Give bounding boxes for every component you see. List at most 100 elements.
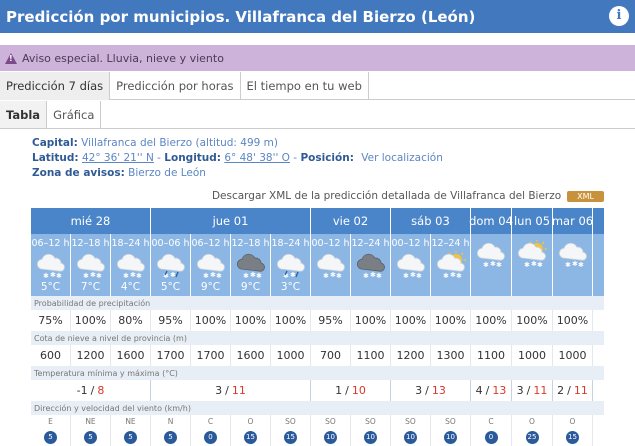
period-cell: ✱ ✱ ✱ <box>512 234 553 296</box>
wind-arrow-icon: 5 <box>124 431 137 444</box>
period-cell: 00–12 h ✱ ✱ ✱ <box>391 234 431 296</box>
temp-max: 13 <box>492 384 507 397</box>
period-temperature: 7°C <box>80 281 101 293</box>
day-header[interactable]: mié 28 <box>31 208 151 234</box>
period-cell: 00–12 h ✱ ✱ ✱ <box>311 234 351 296</box>
wind-direction: O <box>247 417 254 426</box>
capital-label: Capital: <box>32 137 78 149</box>
wind-arrow-icon: 5 <box>84 431 97 444</box>
wind-arrow-icon: 10 <box>364 431 377 444</box>
temp-min: 4 <box>475 384 483 397</box>
temperature-cell: 2/11 <box>553 380 593 401</box>
zone-label: Zona de avisos: <box>32 167 125 179</box>
temperature-cell: 3/13 <box>391 380 471 401</box>
snow-level-label: Cota de nieve a nivel de provincia (m) <box>31 331 604 345</box>
precip-value: 100% <box>391 310 431 331</box>
temp-min: -1 <box>76 384 88 397</box>
xml-badge[interactable]: XML <box>567 190 604 202</box>
svg-text:✱: ✱ <box>496 261 502 268</box>
wind-arrow-icon: 10 <box>444 431 457 444</box>
wind-row: E 5 NE 5 NE 5 N 5 C 0 O 15 SO 15 SO 10 SO 10 SO 10 SO 10 C 0 O 25… <box>31 415 604 446</box>
wind-arrow-icon: 10 <box>324 431 337 444</box>
tab-prediccion-7-dias[interactable]: Predicción 7 días <box>0 72 111 100</box>
wind-arrow-icon: 5 <box>44 431 57 444</box>
svg-text:✱: ✱ <box>336 272 342 279</box>
tab-el-tiempo-en-tu-web[interactable]: El tiempo en tu web <box>241 72 369 100</box>
period-cell: ✱ ✱ ✱ <box>553 234 593 296</box>
day-header[interactable]: dom 04 <box>469 208 513 234</box>
view-tabs: Tabla Gráfica <box>0 101 635 129</box>
tab-grafica[interactable]: Gráfica <box>47 101 102 128</box>
temp-max: 11 <box>533 384 548 397</box>
wind-cell: O 15 <box>553 415 593 446</box>
latitude-value[interactable]: 42° 36' 21'' N <box>82 152 154 164</box>
period-temperature: 5°C <box>40 281 61 293</box>
wind-direction: SO <box>445 417 456 426</box>
longitude-value[interactable]: 6° 48' 38'' O <box>224 152 290 164</box>
snow-level-value: 1000 <box>512 345 553 366</box>
xml-download[interactable]: Descargar XML de la predicción detallada… <box>212 189 604 203</box>
period-temperature: 9°C <box>240 281 261 293</box>
temperature-cell: 1/10 <box>311 380 391 401</box>
wind-direction: O <box>529 417 535 426</box>
warning-icon <box>5 52 17 64</box>
info-icon[interactable]: i <box>609 6 629 26</box>
wind-cell: SO 10 <box>311 415 351 446</box>
day-header[interactable]: mar 06 <box>552 208 593 234</box>
precip-value: 100% <box>471 310 512 331</box>
period-hours: 00–06 h <box>151 238 190 249</box>
temp-min: 3 <box>516 384 524 397</box>
wind-cell: SO 10 <box>351 415 391 446</box>
location-meta: Capital: Villafranca del Bierzo (altitud… <box>32 136 443 181</box>
day-header[interactable]: jue 01 <box>151 208 311 234</box>
precip-value: 100% <box>271 310 311 331</box>
period-cell: 12–18 h ✱ ✱ ✱ 9°C <box>231 234 271 296</box>
day-header[interactable]: sáb 03 <box>391 208 471 234</box>
period-cell: 00–06 h ✱ ✱ 5°C <box>151 234 191 296</box>
temp-max: 10 <box>351 384 366 397</box>
xml-download-text[interactable]: Descargar XML de la predicción detallada… <box>212 190 561 202</box>
period-hours: 12–18 h <box>71 238 110 249</box>
snow-level-row: 600 1200 1600 1700 1700 1600 1000 700 1100 1200 13… <box>31 345 604 366</box>
svg-text:✱: ✱ <box>43 272 49 279</box>
snow-rain-icon: ✱ ✱ <box>154 251 188 280</box>
temp-min: 3 <box>215 384 223 397</box>
ver-localizacion-link[interactable]: Ver localización <box>361 152 443 164</box>
tab-tabla[interactable]: Tabla <box>0 101 48 128</box>
special-alert-banner[interactable]: Aviso especial. Lluvia, nieve y viento <box>0 45 635 71</box>
day-header[interactable]: lun 05 <box>512 208 553 234</box>
svg-text:✱: ✱ <box>216 272 222 279</box>
wind-arrow-icon: 15 <box>284 431 297 444</box>
tab-prediccion-por-horas[interactable]: Predicción por horas <box>110 72 241 100</box>
wind-direction: C <box>488 417 494 426</box>
precip-value: 95% <box>311 310 351 331</box>
temp-slash: / <box>567 384 571 397</box>
svg-text:✱: ✱ <box>83 272 89 279</box>
svg-text:✱: ✱ <box>537 261 543 268</box>
svg-text:✱: ✱ <box>416 272 422 279</box>
snow-icon: ✱ ✱ ✱ <box>34 251 68 280</box>
period-hours: 00–12 h <box>311 238 350 249</box>
snow-level-value: 1100 <box>471 345 512 366</box>
temperature-cell: 3/11 <box>512 380 553 401</box>
svg-text:✱: ✱ <box>524 261 530 268</box>
svg-text:✱: ✱ <box>136 272 142 279</box>
svg-text:✱: ✱ <box>363 272 369 279</box>
wind-direction: SO <box>325 417 336 426</box>
period-hours: 12–24 h <box>351 238 390 249</box>
snow-level-value: 1700 <box>191 345 231 366</box>
precip-label: Probabilidad de precipitación <box>31 296 604 310</box>
capital-value: Villafranca del Bierzo (altitud: 499 m) <box>81 137 278 149</box>
snow-dark-icon: ✱ ✱ ✱ <box>354 251 388 280</box>
wind-cell: C0 <box>471 415 512 446</box>
temperature-row: -1/8 3/11 1/10 3/13 4/13 3/11 2/11 <box>31 380 604 401</box>
separator: - <box>293 152 298 164</box>
days-row: mié 28 jue 01 vie 02 sáb 03 dom 04 lun 05 mar … <box>31 208 604 234</box>
svg-text:✱: ✱ <box>376 272 382 279</box>
day-header[interactable]: vie 02 <box>311 208 391 234</box>
period-cell: 06–12 h ✱ ✱ ✱ 5°C <box>31 234 71 296</box>
snow-level-value: 1300 <box>431 345 471 366</box>
period-cell: 12–18 h ✱ ✱ ✱ 7°C <box>71 234 111 296</box>
wind-arrow-icon: 25 <box>525 431 539 444</box>
period-hours: 18–24 h <box>111 238 150 249</box>
